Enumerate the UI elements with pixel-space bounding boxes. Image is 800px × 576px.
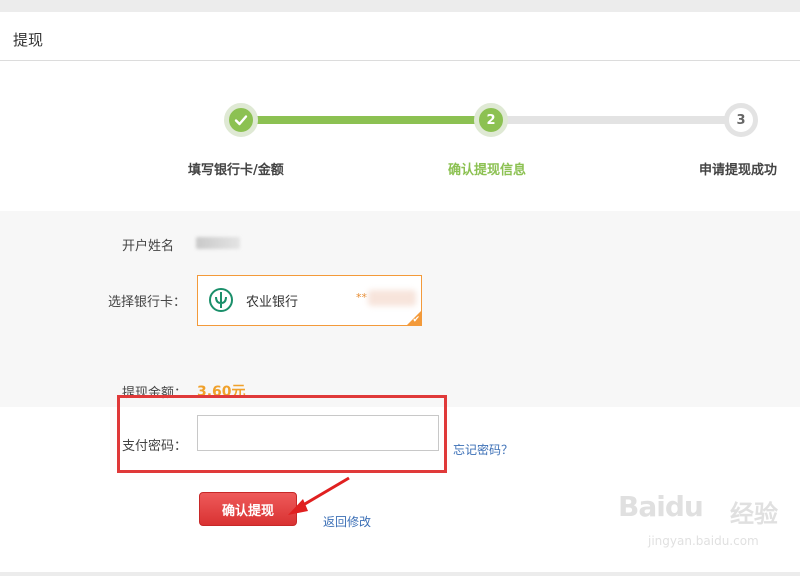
watermark-brand: Baidu xyxy=(618,490,704,523)
confirm-withdraw-button[interactable]: 确认提现 xyxy=(199,492,297,526)
step-3-circle: 3 xyxy=(724,103,758,137)
account-name-label: 开户姓名 xyxy=(122,239,175,254)
step-2-label: 确认提现信息 xyxy=(448,163,527,178)
forgot-password-link[interactable]: 忘记密码？ xyxy=(453,441,513,458)
page-header: 提现 xyxy=(0,12,800,61)
password-label: 支付密码： xyxy=(122,439,188,454)
bank-card-option-selected[interactable]: 农业银行 ** ✔ xyxy=(197,275,422,326)
progress-track-done xyxy=(241,116,491,124)
bank-name: 农业银行 xyxy=(246,295,299,310)
watermark-brand-cn: 经验 xyxy=(730,500,778,528)
baidu-jingyan-watermark: Baidu 经验 jingyan.baidu.com xyxy=(612,486,782,558)
step-2-circle: 2 xyxy=(474,103,508,137)
withdraw-info-panel: 开户姓名 选择银行卡： 农业银行 ** ✔ 提现金额： 3.60元 xyxy=(0,211,800,407)
step-1-label: 填写银行卡/金额 xyxy=(188,163,284,178)
page-title: 提现 xyxy=(13,31,44,49)
progress-track-todo xyxy=(491,116,741,124)
card-number-redacted xyxy=(368,290,416,306)
account-name-value-redacted xyxy=(196,237,240,249)
bank-card-label: 选择银行卡： xyxy=(108,295,187,310)
watermark-url: jingyan.baidu.com xyxy=(648,534,759,548)
step-3-label: 申请提现成功 xyxy=(699,163,778,178)
step-1-checkmark-icon xyxy=(224,103,258,137)
card-number-masked: ** xyxy=(356,291,367,304)
progress-steps: 2 3 填写银行卡/金额 确认提现信息 申请提现成功 xyxy=(0,61,800,211)
back-edit-link[interactable]: 返回修改 xyxy=(323,513,371,530)
abc-bank-logo-icon xyxy=(209,288,233,312)
payment-password-input[interactable] xyxy=(197,415,439,451)
selected-check-icon: ✔ xyxy=(412,315,420,325)
